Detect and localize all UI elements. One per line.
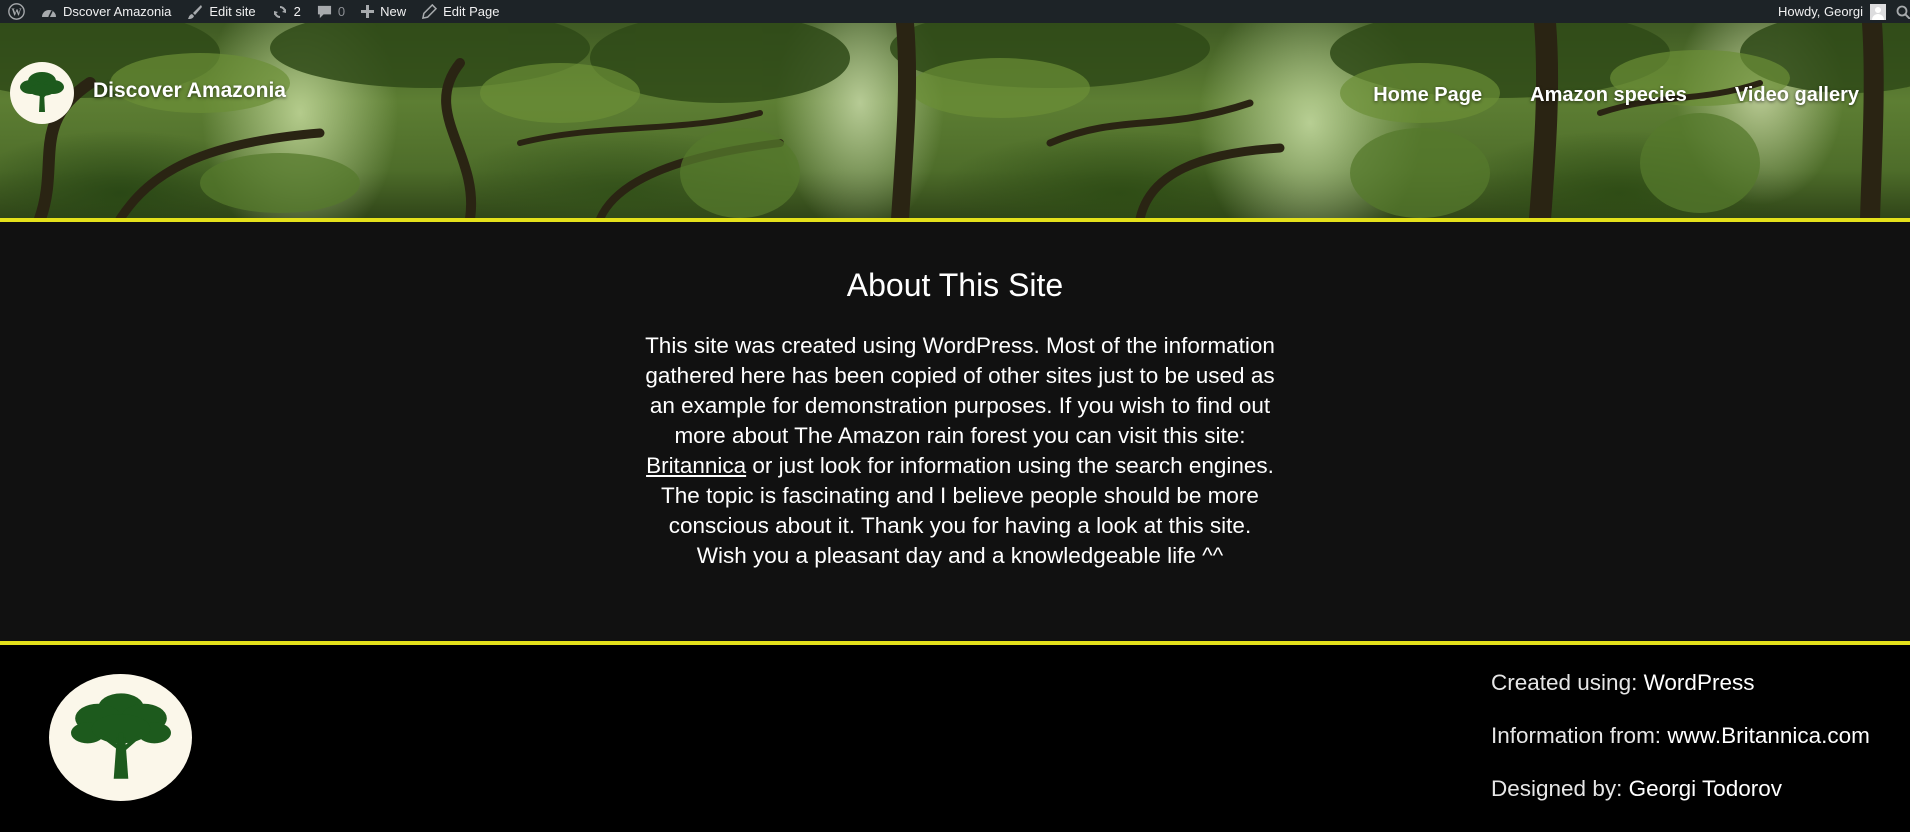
about-paragraph: This site was created using WordPress. M… <box>645 331 1275 571</box>
page-title: About This Site <box>846 267 1064 303</box>
nav-video-gallery[interactable]: Video gallery <box>1735 84 1859 107</box>
site-logo[interactable] <box>10 62 74 124</box>
credit-designed-by: Designed by: Georgi Todorov <box>1491 776 1870 829</box>
updates-button[interactable]: 2 <box>264 0 309 23</box>
edit-page-button[interactable]: Edit Page <box>414 0 507 23</box>
search-button[interactable] <box>1890 0 1910 23</box>
avatar <box>1870 3 1886 20</box>
comments-count: 0 <box>337 4 346 19</box>
comments-button[interactable]: 0 <box>309 0 353 23</box>
svg-text:W: W <box>11 7 22 18</box>
credit-value[interactable]: WordPress <box>1644 670 1755 695</box>
pencil-icon <box>422 4 438 19</box>
edit-site-button[interactable]: Edit site <box>179 0 263 23</box>
comment-icon <box>317 4 332 19</box>
credit-value: Georgi Todorov <box>1628 776 1783 801</box>
credit-label: Information from: <box>1491 723 1668 748</box>
edit-site-label: Edit site <box>209 4 256 19</box>
about-text-part-2: or just look for information using the s… <box>661 453 1274 568</box>
new-content-button[interactable]: New <box>353 0 414 23</box>
howdy-label: Howdy, Georgi <box>1777 4 1863 19</box>
main-content: About This Site This site was created us… <box>0 222 1910 641</box>
about-text-part-1: This site was created using WordPress. M… <box>645 333 1275 448</box>
tree-icon <box>17 67 67 120</box>
britannica-link[interactable]: Britannica <box>646 453 746 478</box>
credit-label: Designed by: <box>1491 776 1629 801</box>
nav-home-page[interactable]: Home Page <box>1373 84 1482 107</box>
credit-value[interactable]: www.Britannica.com <box>1667 723 1870 748</box>
site-title[interactable]: Discover Amazonia <box>93 79 286 103</box>
dashboard-icon <box>41 5 57 19</box>
site-name-label: Dscover Amazonia <box>63 4 172 19</box>
brush-icon <box>187 4 203 20</box>
updates-icon <box>272 4 288 20</box>
edit-page-label: Edit Page <box>443 4 500 19</box>
wordpress-logo-button[interactable]: W <box>0 0 33 23</box>
main-navigation: Home Page Amazon species Video gallery <box>1373 84 1859 107</box>
site-footer: Created using: WordPress Information fro… <box>0 645 1910 832</box>
footer-logo <box>49 674 192 801</box>
footer-credits: Created using: WordPress Information fro… <box>1491 670 1870 829</box>
wordpress-icon: W <box>8 3 25 20</box>
updates-count: 2 <box>293 4 301 19</box>
new-label: New <box>380 4 407 19</box>
tree-icon <box>66 685 176 790</box>
credit-label: Created using: <box>1491 670 1644 695</box>
credit-created-using: Created using: WordPress <box>1491 670 1870 723</box>
credit-information-from: Information from: www.Britannica.com <box>1491 723 1870 776</box>
admin-bar: W Dscover Amazonia Edit site 2 0 New Edi… <box>0 0 1910 23</box>
site-name-menu[interactable]: Dscover Amazonia <box>33 0 179 23</box>
site-header: Discover Amazonia Home Page Amazon speci… <box>0 23 1910 219</box>
plus-icon <box>361 5 375 18</box>
account-menu[interactable]: Howdy, Georgi <box>1770 0 1890 23</box>
forest-banner-image <box>0 23 1910 219</box>
nav-amazon-species[interactable]: Amazon species <box>1530 84 1687 107</box>
search-icon <box>1896 5 1910 19</box>
